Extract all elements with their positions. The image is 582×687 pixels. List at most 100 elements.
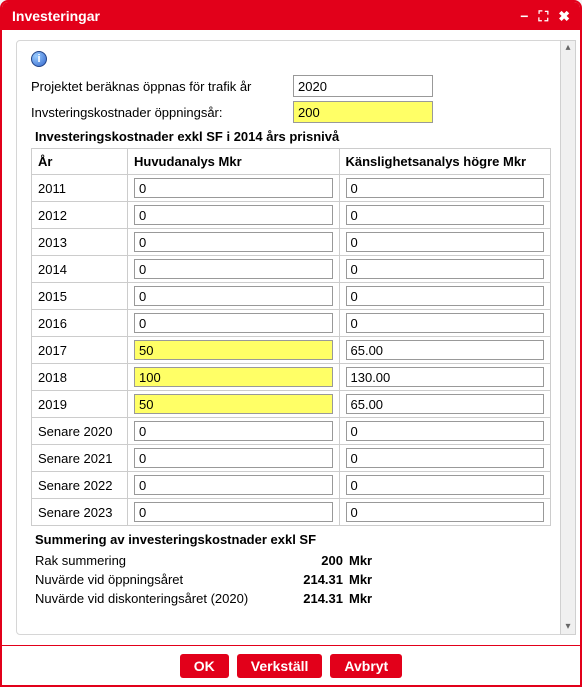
main-analysis-input[interactable] <box>134 367 333 387</box>
sensitivity-analysis-input[interactable] <box>346 475 545 495</box>
main-analysis-input[interactable] <box>134 313 333 333</box>
summary-value: 200 <box>291 553 343 568</box>
year-cell: Senare 2023 <box>32 499 128 526</box>
summary-row: Nuvärde vid öppningsåret214.31Mkr <box>35 572 551 587</box>
year-cell: 2015 <box>32 283 128 310</box>
sensitivity-analysis-input[interactable] <box>346 394 545 414</box>
sens-cell <box>339 472 551 499</box>
sensitivity-analysis-input[interactable] <box>346 340 545 360</box>
main-analysis-input[interactable] <box>134 475 333 495</box>
year-cell: 2016 <box>32 310 128 337</box>
sens-cell <box>339 391 551 418</box>
year-cell: 2018 <box>32 364 128 391</box>
main-cell <box>128 472 340 499</box>
table-row: Senare 2022 <box>32 472 551 499</box>
year-cell: 2017 <box>32 337 128 364</box>
main-analysis-input[interactable] <box>134 205 333 225</box>
cost-open-row: Invsteringskostnader öppningsår: <box>31 101 551 123</box>
year-cell: Senare 2021 <box>32 445 128 472</box>
info-icon[interactable]: i <box>31 51 47 67</box>
col-year-header: År <box>32 149 128 175</box>
summary-unit: Mkr <box>343 553 372 568</box>
main-analysis-input[interactable] <box>134 502 333 522</box>
sens-cell <box>339 256 551 283</box>
ok-button[interactable]: OK <box>180 654 229 678</box>
investment-table: År Huvudanalys Mkr Känslighetsanalys hög… <box>31 148 551 526</box>
sensitivity-analysis-input[interactable] <box>346 232 545 252</box>
table-row: Senare 2021 <box>32 445 551 472</box>
traffic-year-input[interactable] <box>293 75 433 97</box>
sens-cell <box>339 418 551 445</box>
close-icon[interactable]: ✖ <box>558 9 570 23</box>
table-title: Investeringskostnader exkl SF i 2014 års… <box>35 129 551 144</box>
sens-cell <box>339 202 551 229</box>
inner-panel: i Projektet beräknas öppnas för trafik å… <box>16 40 574 635</box>
scroll-down-icon[interactable]: ▾ <box>561 620 575 634</box>
titlebar: Investeringar − ⛶ ✖ <box>2 2 580 30</box>
main-analysis-input[interactable] <box>134 232 333 252</box>
sensitivity-analysis-input[interactable] <box>346 367 545 387</box>
sens-cell <box>339 364 551 391</box>
table-row: Senare 2023 <box>32 499 551 526</box>
main-cell <box>128 175 340 202</box>
col-main-header: Huvudanalys Mkr <box>128 149 340 175</box>
main-analysis-input[interactable] <box>134 259 333 279</box>
col-sens-header: Känslighetsanalys högre Mkr <box>339 149 551 175</box>
sensitivity-analysis-input[interactable] <box>346 448 545 468</box>
main-analysis-input[interactable] <box>134 286 333 306</box>
sensitivity-analysis-input[interactable] <box>346 286 545 306</box>
table-row: 2014 <box>32 256 551 283</box>
summary-value: 214.31 <box>291 572 343 587</box>
sens-cell <box>339 229 551 256</box>
minimize-icon[interactable]: − <box>520 9 528 23</box>
summary-block: Rak summering200Mkr Nuvärde vid öppningså… <box>35 553 551 606</box>
main-cell <box>128 445 340 472</box>
sens-cell <box>339 175 551 202</box>
main-analysis-input[interactable] <box>134 340 333 360</box>
year-cell: 2011 <box>32 175 128 202</box>
summary-label: Nuvärde vid öppningsåret <box>35 572 291 587</box>
main-cell <box>128 337 340 364</box>
sensitivity-analysis-input[interactable] <box>346 205 545 225</box>
sens-cell <box>339 445 551 472</box>
main-cell <box>128 202 340 229</box>
sensitivity-analysis-input[interactable] <box>346 259 545 279</box>
table-row: 2016 <box>32 310 551 337</box>
table-row: 2019 <box>32 391 551 418</box>
main-cell <box>128 283 340 310</box>
summary-value: 214.31 <box>291 591 343 606</box>
cost-open-input[interactable] <box>293 101 433 123</box>
dialog-window: Investeringar − ⛶ ✖ i Projektet beräknas… <box>0 0 582 687</box>
cost-open-label: Invsteringskostnader öppningsår: <box>31 105 287 120</box>
sensitivity-analysis-input[interactable] <box>346 421 545 441</box>
summary-title: Summering av investeringskostnader exkl … <box>35 532 551 547</box>
scroll-up-icon[interactable]: ▴ <box>561 41 575 55</box>
table-row: 2012 <box>32 202 551 229</box>
scrollbar[interactable]: ▴ ▾ <box>560 40 576 635</box>
table-row: 2018 <box>32 364 551 391</box>
dialog-footer: OK Verkställ Avbryt <box>2 645 580 685</box>
year-cell: 2019 <box>32 391 128 418</box>
main-cell <box>128 229 340 256</box>
sensitivity-analysis-input[interactable] <box>346 178 545 198</box>
sensitivity-analysis-input[interactable] <box>346 502 545 522</box>
apply-button[interactable]: Verkställ <box>237 654 323 678</box>
year-cell: Senare 2022 <box>32 472 128 499</box>
main-cell <box>128 418 340 445</box>
cancel-button[interactable]: Avbryt <box>330 654 402 678</box>
main-analysis-input[interactable] <box>134 178 333 198</box>
sensitivity-analysis-input[interactable] <box>346 313 545 333</box>
summary-row: Nuvärde vid diskonteringsåret (2020)214.… <box>35 591 551 606</box>
sens-cell <box>339 283 551 310</box>
maximize-icon[interactable]: ⛶ <box>538 9 548 23</box>
summary-label: Rak summering <box>35 553 291 568</box>
table-row: 2017 <box>32 337 551 364</box>
table-row: 2013 <box>32 229 551 256</box>
main-analysis-input[interactable] <box>134 448 333 468</box>
main-analysis-input[interactable] <box>134 421 333 441</box>
year-cell: 2013 <box>32 229 128 256</box>
main-analysis-input[interactable] <box>134 394 333 414</box>
main-cell <box>128 499 340 526</box>
table-row: Senare 2020 <box>32 418 551 445</box>
summary-label: Nuvärde vid diskonteringsåret (2020) <box>35 591 291 606</box>
